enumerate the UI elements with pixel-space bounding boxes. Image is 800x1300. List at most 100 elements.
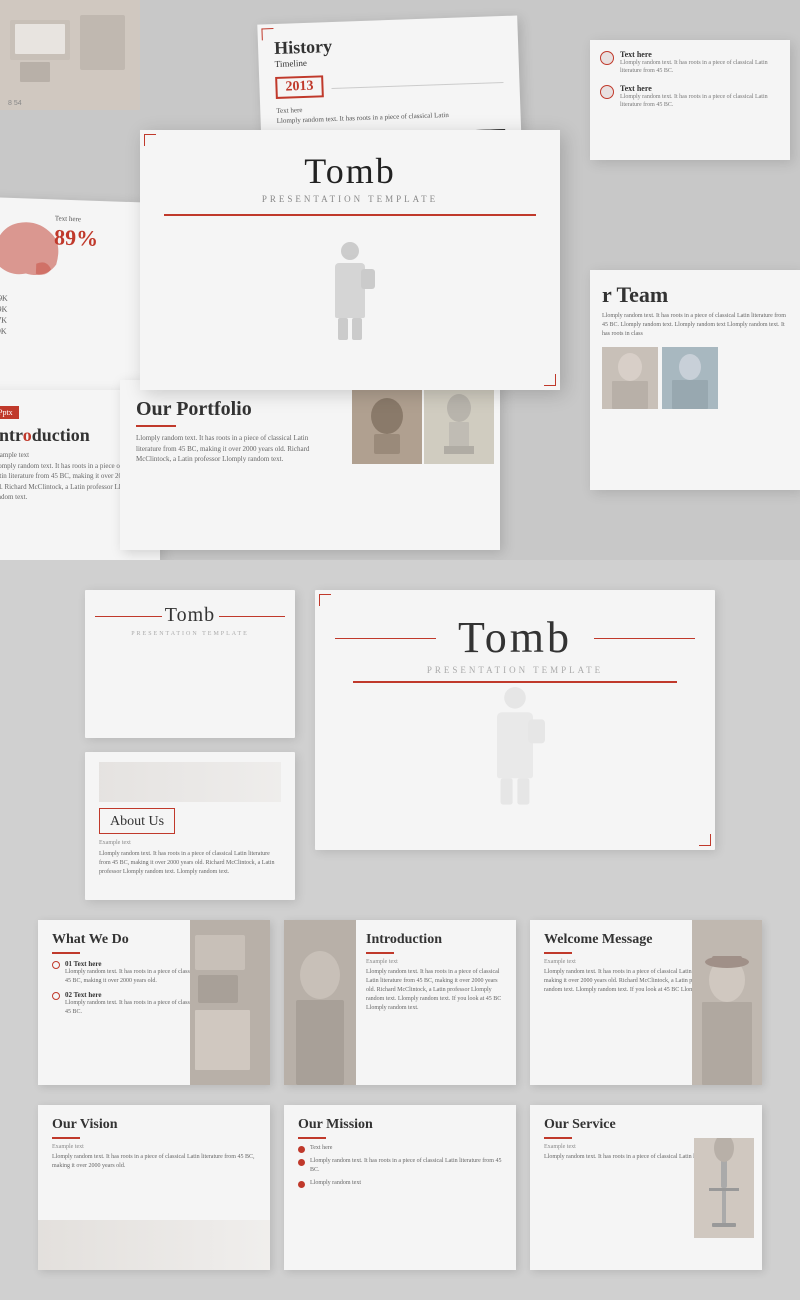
main-figure — [305, 232, 395, 342]
tomb-small-subtitle: Presentation template — [131, 631, 249, 637]
team-photos — [602, 347, 788, 409]
tomb-large-slide: Tomb Presentation template — [315, 590, 715, 850]
service-title: Our Service — [544, 1117, 748, 1133]
large-person-head — [504, 687, 526, 709]
what-we-do-line — [52, 952, 80, 954]
bottom-section: Our Vision Example text Llomply random t… — [0, 1105, 800, 1300]
tomb-small-title: Tomb — [165, 604, 215, 627]
service-photo — [694, 1138, 754, 1238]
main-slide: Tomb Presentation template — [140, 130, 560, 390]
text-right-item-1: Text here Llomply random text. It has ro… — [600, 50, 780, 76]
portfolio-text-area: Our Portfolio Llomply random text. It ha… — [120, 380, 346, 550]
tomb-large-subtitle: Presentation template — [427, 665, 603, 675]
what-we-do-slide: What We Do 01 Text here Llomply random t… — [38, 920, 270, 1085]
text-icon-1 — [600, 51, 614, 65]
team-photo-woman — [602, 347, 658, 409]
portfolio-slide: Our Portfolio Llomply random text. It ha… — [120, 380, 500, 550]
tomb-right-line — [219, 616, 286, 617]
stats-label: Text here — [55, 214, 81, 223]
person-silhouette-large — [479, 687, 551, 807]
about-bg-image — [99, 762, 281, 802]
tomb-large-figure — [485, 697, 545, 797]
portfolio-img-robot — [352, 386, 422, 464]
main-corner-br — [544, 374, 556, 386]
mission-line — [298, 1137, 326, 1139]
text-desc-1: Llomply random text. It has roots in a p… — [620, 59, 780, 76]
text-icon-2 — [600, 85, 614, 99]
large-right-line — [594, 638, 695, 640]
mission-item-1: Text here — [298, 1144, 502, 1153]
portfolio-red-line — [136, 425, 176, 427]
service-photo-inner — [694, 1138, 754, 1238]
year-2013: 2013 — [275, 75, 324, 99]
intro-badge: Pptx — [0, 406, 19, 419]
mission-text-3: Llomply random text — [310, 1179, 361, 1188]
person-legs — [320, 318, 380, 340]
service-line — [544, 1137, 572, 1139]
large-person-legs — [479, 778, 551, 804]
mission-item-3: Llomply random text — [298, 1179, 502, 1188]
main-title: Tomb — [304, 150, 395, 192]
lower-section: What We Do 01 Text here Llomply random t… — [0, 920, 800, 1105]
stat-num-4: 129K — [0, 326, 7, 336]
person-leg-left — [338, 318, 348, 340]
stats-percent: 89% — [54, 224, 99, 252]
team-slide: r Team Llomply random text. It has roots… — [590, 270, 800, 490]
text-right-item-2: Text here Llomply random text. It has ro… — [600, 84, 780, 110]
mission-items: Text here Llomply random text. It has ro… — [298, 1144, 502, 1188]
mission-item-2: Llomply random text. It has roots in a p… — [298, 1157, 502, 1175]
our-vision-slide: Our Vision Example text Llomply random t… — [38, 1105, 270, 1270]
about-us-slide: About Us Example text Llomply random tex… — [85, 752, 295, 900]
about-title-box: About Us — [99, 808, 175, 834]
large-person-backpack — [528, 719, 545, 743]
main-subtitle: Presentation template — [262, 194, 438, 204]
text-label-2: Text here — [620, 84, 780, 93]
about-title: About Us — [110, 814, 164, 829]
our-service-slide: Our Service Example text Llomply random … — [530, 1105, 762, 1270]
text-desc-2: Llomply random text. It has roots in a p… — [620, 93, 780, 110]
what-we-do-photo — [190, 920, 270, 1085]
about-example: Example text — [99, 840, 281, 846]
tomb-large-red-line — [353, 681, 677, 683]
tomb-left-line — [95, 616, 162, 617]
tomb-large-title: Tomb — [458, 612, 572, 663]
mission-dot-3 — [298, 1181, 305, 1188]
person-backpack — [361, 269, 375, 289]
mission-text-2: Llomply random text. It has roots in a p… — [310, 1157, 502, 1175]
corner-decoration-tl — [261, 28, 273, 40]
portfolio-title: Our Portfolio — [136, 398, 330, 421]
intro-line-lower — [366, 952, 394, 954]
vision-example: Example text — [52, 1144, 256, 1150]
vision-title: Our Vision — [52, 1117, 256, 1133]
text-label-1: Text here — [620, 50, 780, 59]
text-right-slide: Text here Llomply random text. It has ro… — [590, 40, 790, 160]
mission-dot-2 — [298, 1159, 305, 1166]
vision-bg-image — [38, 1220, 270, 1270]
introduction-slide-lower: Introduction Example text Llomply random… — [284, 920, 516, 1085]
about-desc: Llomply random text. It has roots in a p… — [99, 850, 281, 877]
team-title: r Team — [602, 282, 788, 308]
vision-desc: Llomply random text. It has roots in a p… — [52, 1153, 256, 1171]
person-leg-right — [352, 318, 362, 340]
welcome-slide: Welcome Message Example text Llomply ran… — [530, 920, 762, 1085]
portfolio-img-statue — [424, 386, 494, 464]
text-right-items: Text here Llomply random text. It has ro… — [600, 50, 780, 110]
person-body — [335, 263, 365, 318]
svg-text:8 54: 8 54 — [8, 100, 22, 107]
our-mission-slide: Our Mission Text here Llomply random tex… — [284, 1105, 516, 1270]
stat-num-1: 389K — [0, 293, 8, 303]
welcome-line — [544, 952, 572, 954]
left-column: Tomb Presentation template About Us Exam… — [85, 590, 295, 900]
mission-title: Our Mission — [298, 1117, 502, 1133]
intro-example-lower: Example text — [366, 959, 506, 965]
large-person-body — [497, 712, 533, 778]
vision-line — [52, 1137, 80, 1139]
large-person-leg-right — [517, 778, 529, 804]
main-corner-tl — [144, 134, 156, 146]
portfolio-images — [346, 380, 500, 550]
intro-desc-lower: Llomply random text. It has roots in a p… — [366, 968, 506, 1013]
large-left-line — [335, 638, 436, 640]
office-photo: 8 54 — [0, 0, 140, 110]
intro-text-lower: Introduction Example text Llomply random… — [356, 920, 516, 1085]
tomb-large-corner-br — [699, 834, 711, 846]
